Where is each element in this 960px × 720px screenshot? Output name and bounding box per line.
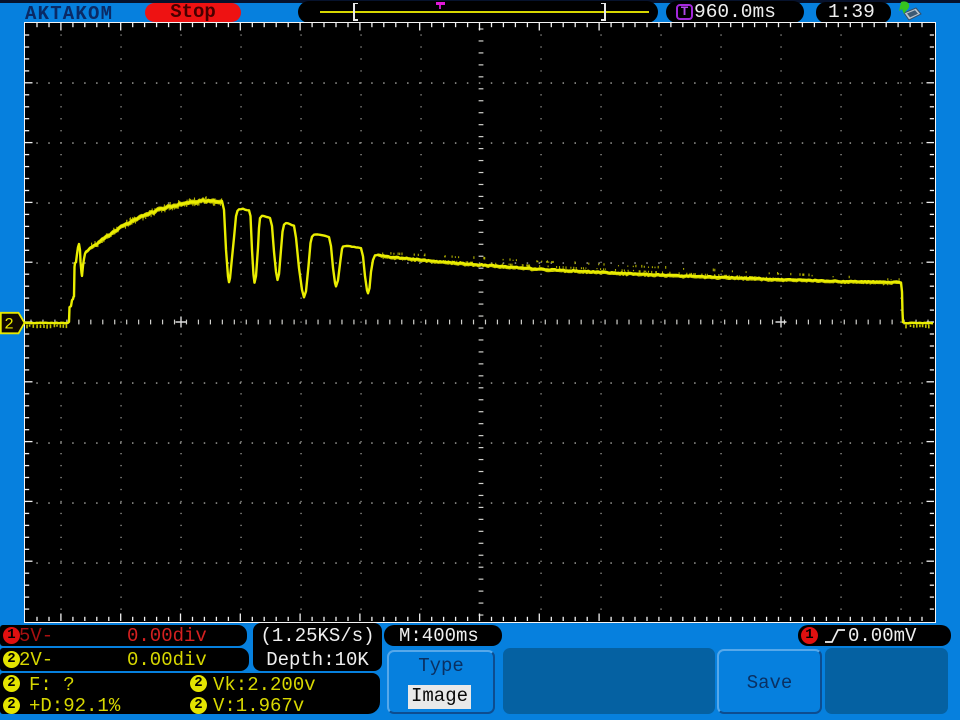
svg-text:2: 2 xyxy=(4,316,14,334)
